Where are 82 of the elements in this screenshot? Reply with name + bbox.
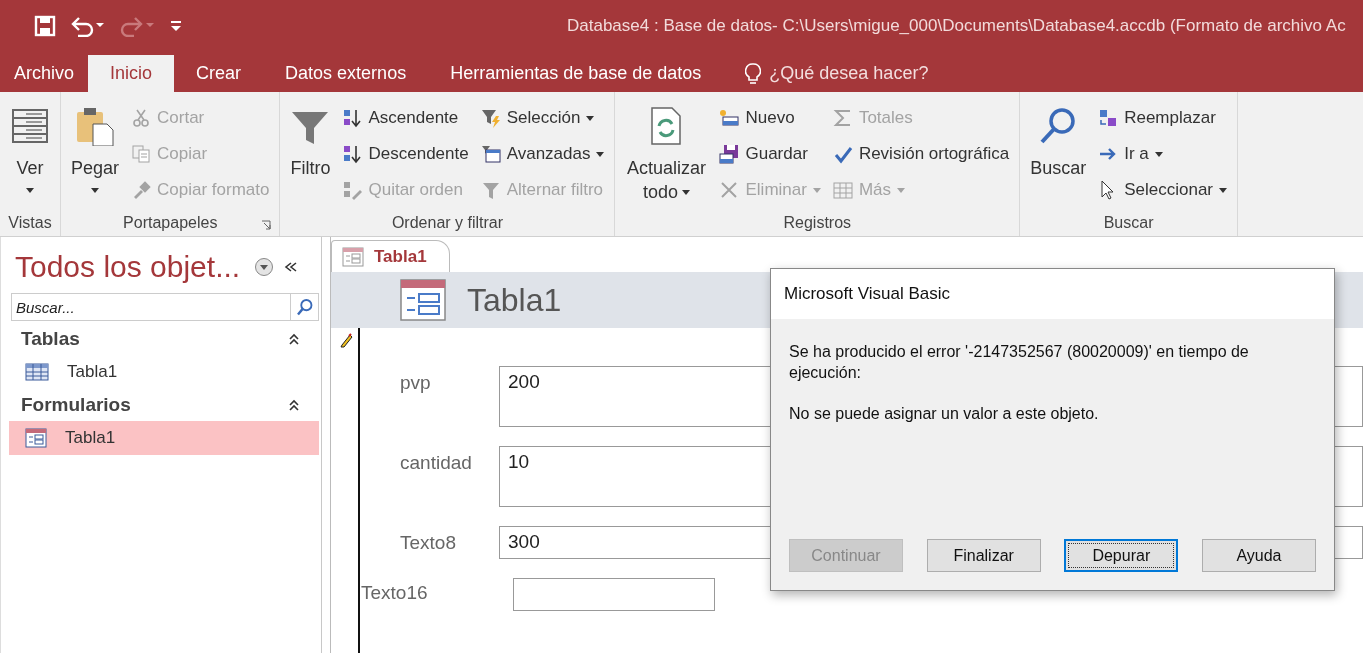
group-label: Vistas <box>8 214 52 232</box>
ribbon-tab[interactable]: Herramientas de base de datos <box>428 55 724 92</box>
funnel-icon <box>480 180 501 200</box>
field-label: Texto16 <box>360 581 429 604</box>
search-icon[interactable] <box>291 293 319 321</box>
dropdown-arrow-icon <box>682 190 690 195</box>
navigation-item[interactable]: Tabla1 <box>9 421 319 455</box>
x-icon <box>719 180 740 200</box>
funnel-form-icon <box>480 144 501 164</box>
grid-icon <box>832 180 853 200</box>
dropdown-arrow-icon <box>1154 151 1163 157</box>
ribbon-button[interactable]: Ascendente <box>340 100 471 136</box>
dropdown-arrow-icon <box>586 115 595 121</box>
search-field[interactable]: Buscar... <box>11 293 291 321</box>
form-icon <box>399 278 447 322</box>
ribbon-button[interactable]: Actualizar todo <box>623 100 710 212</box>
table-icon <box>25 363 49 381</box>
ribbon-button[interactable]: Avanzadas <box>478 136 607 172</box>
ribbon-tab[interactable]: Datos externos <box>263 55 429 92</box>
ribbon-button[interactable]: Buscar <box>1028 100 1089 212</box>
sort-descending-icon <box>342 144 363 164</box>
ribbon-button[interactable]: Reemplazar <box>1096 100 1229 136</box>
ribbon-button[interactable]: Descendente <box>340 136 471 172</box>
dropdown-arrow-icon <box>596 151 605 157</box>
pages-icon <box>131 144 152 164</box>
dialog-button[interactable]: Depurar <box>1064 539 1179 572</box>
ribbon-button[interactable]: Filtro <box>288 100 333 212</box>
section-header[interactable]: Tablas <box>9 323 319 355</box>
dropdown-arrow-icon <box>897 187 905 193</box>
group-label: Buscar <box>1103 214 1154 232</box>
form-title: Tabla1 <box>467 281 562 319</box>
dialog-button[interactable]: Ayuda <box>1201 539 1316 572</box>
section-header[interactable]: Formularios <box>9 389 319 421</box>
error-detail: No se puede asignar un valor a este objeto. <box>789 404 1100 424</box>
ribbon-tab[interactable]: Crear <box>174 55 264 92</box>
ribbon-button[interactable]: Selección <box>478 100 607 136</box>
ribbon-button[interactable]: Ver <box>8 100 52 212</box>
document-tab[interactable]: Tabla1 <box>331 240 450 272</box>
field-label: Texto8 <box>399 531 457 554</box>
collapse-chevrons-icon[interactable] <box>284 261 299 273</box>
dialog-title: Microsoft Visual Basic <box>784 284 950 304</box>
ribbon-button[interactable]: Pegar <box>69 100 122 212</box>
ribbon-tab[interactable]: Inicio <box>88 55 175 92</box>
clipboard-icon <box>75 106 115 146</box>
ribbon-button[interactable]: Nuevo <box>717 100 823 136</box>
tell-me-field[interactable]: ¿Qué desea hacer? <box>745 55 929 92</box>
dropdown-arrow-icon <box>26 188 34 193</box>
field-label: pvp <box>399 371 432 394</box>
text-field[interactable] <box>513 578 715 611</box>
dialog-button[interactable]: Finalizar <box>926 539 1041 572</box>
error-message: Se ha producido el error '-2147352567 (80020009)' en tiempo de ejecución: <box>789 342 1250 383</box>
window-title: Database4 : Base de datos- C:\Users\migue_000\Documents\Database4.accdb (Formato de archivo Ac <box>567 16 1346 36</box>
field-label: cantidad <box>399 451 473 474</box>
ribbon-button[interactable]: Ir a <box>1096 136 1229 172</box>
sort-ascending-icon <box>342 108 363 128</box>
group-label: Ordenar y filtrar <box>391 214 504 232</box>
ribbon-button[interactable]: Seleccionar <box>1096 172 1229 208</box>
dropdown-arrow-icon <box>1219 187 1227 193</box>
customize-toolbar-icon[interactable] <box>170 19 182 33</box>
form-icon <box>25 428 47 448</box>
navigation-pane-title[interactable]: Todos los objet... <box>15 250 241 284</box>
funnel-lightning-icon <box>480 108 501 128</box>
save-icon[interactable] <box>34 15 56 37</box>
navigation-item[interactable]: Tabla1 <box>9 355 319 389</box>
ribbon-button[interactable]: Revisión ortográfica <box>830 136 1012 172</box>
dialog-launcher-icon[interactable] <box>261 220 272 230</box>
checkmark-icon <box>832 144 853 164</box>
ribbon-button[interactable]: Guardar <box>717 136 823 172</box>
ribbon-tab[interactable]: Archivo <box>0 55 89 92</box>
new-record-icon <box>719 108 740 128</box>
form-icon <box>342 246 364 267</box>
group-label: Registros <box>783 214 852 232</box>
dropdown-circle-icon[interactable] <box>254 257 275 277</box>
disk-icon <box>719 144 740 164</box>
dropdown-arrow-icon <box>91 188 99 193</box>
lightbulb-icon <box>745 62 762 85</box>
dropdown-arrow-icon <box>812 187 821 193</box>
scissors-icon <box>131 108 152 128</box>
group-label: Portapapeles <box>123 214 218 232</box>
undo-icon[interactable] <box>70 15 106 37</box>
sigma-icon <box>832 108 853 128</box>
table-icon <box>10 106 50 146</box>
